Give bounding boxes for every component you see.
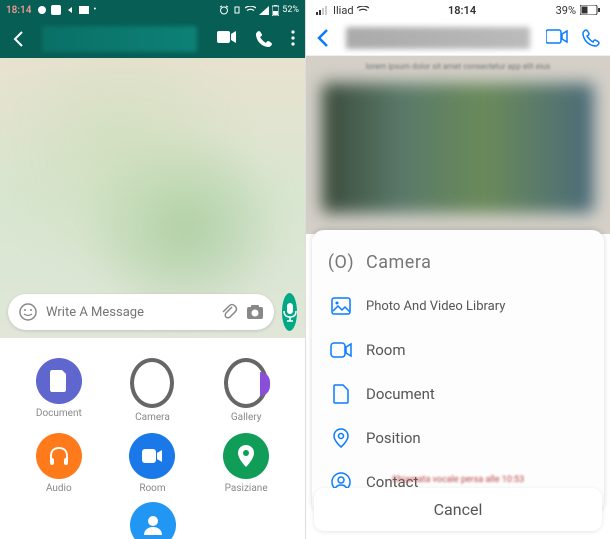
sheet-document[interactable]: Document (312, 372, 604, 416)
document-icon (36, 358, 82, 404)
message-input-bar (0, 287, 305, 337)
signal-icon (316, 6, 330, 15)
sheet-label: Position (366, 429, 421, 447)
sheet-label: Room (366, 341, 406, 359)
photo-icon (330, 295, 352, 317)
sheet-position[interactable]: Position (312, 416, 604, 460)
sheet-label: Camera (366, 252, 431, 273)
attach-label: Room (139, 483, 165, 494)
attach-icon[interactable] (220, 303, 238, 321)
contact-name-blurred[interactable] (42, 26, 197, 52)
mail-icon (79, 6, 89, 14)
ios-chat-body[interactable]: lorem ipsum dolor sit amet consectetur a… (306, 56, 610, 234)
attach-label: Document (36, 408, 82, 419)
blurred-footer-text: Chiamata vocale persa alle 10:53 (306, 475, 610, 485)
emoji-icon[interactable] (18, 302, 38, 322)
attach-contact[interactable] (130, 502, 176, 539)
ios-time: 18:14 (448, 4, 476, 17)
blurred-text: lorem ipsum dolor sit amet consectetur a… (306, 56, 610, 77)
vodafone-icon (37, 5, 47, 15)
sheet-label: Photo And Video Library (366, 299, 505, 314)
battery-percent: 52% (282, 5, 299, 15)
alarm-icon (219, 5, 229, 15)
sheet-camera[interactable]: (O) Camera (312, 240, 604, 284)
attachment-action-sheet: (O) Camera Photo And Video Library Room … (312, 230, 604, 514)
carrier-label: Iliad (333, 4, 354, 17)
attach-label: Audio (46, 483, 72, 494)
mic-button[interactable] (282, 293, 297, 331)
vibrate-icon (232, 5, 242, 15)
android-status-bar: 18:14 • 52% (0, 0, 305, 20)
video-call-button[interactable] (546, 29, 568, 47)
video-icon (330, 339, 352, 361)
video-icon (129, 433, 175, 479)
pin-icon (330, 427, 352, 449)
person-icon (130, 502, 176, 539)
voice-call-button[interactable] (255, 30, 273, 48)
back-button[interactable] (10, 29, 30, 49)
ios-screen: Iliad 18:14 39% lorem ipsum dolor sit am… (305, 0, 610, 539)
blurred-image (322, 83, 594, 213)
cancel-label: Cancel (434, 500, 483, 519)
battery-icon (580, 5, 600, 15)
wifi-icon (245, 6, 256, 15)
signal-icon (259, 6, 269, 15)
attach-location[interactable]: Pasiziane (223, 433, 269, 494)
voice-call-button[interactable] (582, 29, 600, 47)
ios-chat-header (306, 20, 610, 56)
sheet-room[interactable]: Room (312, 328, 604, 372)
ios-status-bar: Iliad 18:14 39% (306, 0, 610, 20)
doc-icon (330, 383, 352, 405)
wifi-icon (357, 6, 369, 15)
back-button[interactable] (316, 28, 330, 48)
facebook-icon (51, 5, 61, 15)
camera-icon[interactable] (246, 304, 264, 320)
gallery-hollow-icon (224, 358, 268, 408)
attach-gallery[interactable]: Gallery (224, 358, 268, 423)
attach-room[interactable]: Room (129, 433, 175, 494)
battery-percent: 39% (556, 4, 576, 17)
android-time: 18:14 (6, 5, 31, 16)
camera-icon: (O) (330, 251, 352, 273)
attach-camera[interactable]: Camera (130, 358, 174, 423)
attachment-panel: Document Camera Gallery Audio Room Pasiz… (0, 340, 305, 539)
android-chat-header (0, 20, 305, 58)
video-call-button[interactable] (217, 30, 237, 48)
attach-document[interactable]: Document (36, 358, 82, 423)
attach-label: Camera (135, 412, 170, 423)
sheet-label: Document (366, 385, 435, 403)
pin-icon (223, 433, 269, 479)
camera-hollow-icon (130, 358, 174, 408)
message-text-input[interactable] (46, 305, 212, 320)
message-field[interactable] (8, 294, 274, 330)
menu-button[interactable] (291, 30, 295, 48)
contact-name-blurred[interactable] (346, 27, 530, 49)
attach-label: Gallery (231, 412, 262, 423)
more-icon: • (93, 5, 96, 15)
attach-label: Pasiziane (225, 483, 268, 494)
headphones-icon (36, 433, 82, 479)
sheet-photo-library[interactable]: Photo And Video Library (312, 284, 604, 328)
android-screen: 18:14 • 52% (0, 0, 305, 539)
share-icon (65, 5, 75, 15)
cancel-button[interactable]: Cancel (314, 488, 602, 531)
attach-audio[interactable]: Audio (36, 433, 82, 494)
battery-icon (272, 5, 279, 16)
